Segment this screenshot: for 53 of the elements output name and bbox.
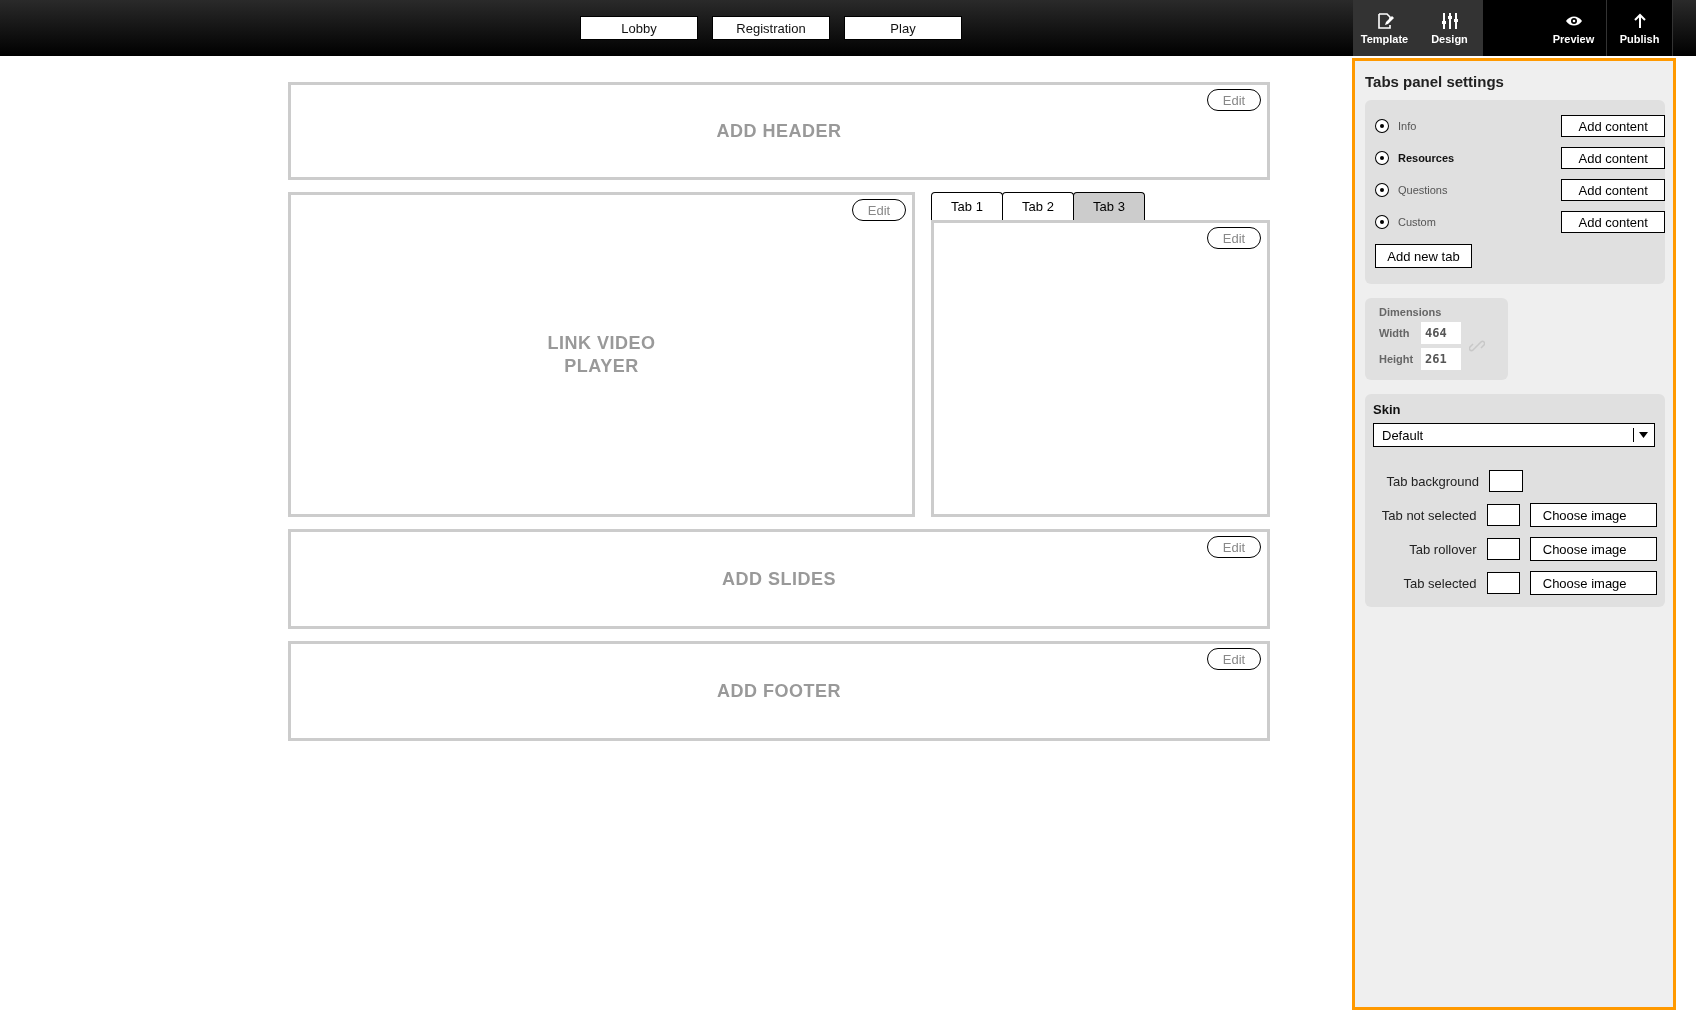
tab-name[interactable]: Resources bbox=[1397, 152, 1548, 164]
sliders-icon bbox=[1440, 11, 1459, 30]
radio-button[interactable] bbox=[1375, 151, 1389, 165]
tab[interactable]: Tab 1 bbox=[931, 192, 1003, 220]
edit-button[interactable]: Edit bbox=[852, 199, 906, 221]
add-tab-button[interactable]: Add new tab bbox=[1375, 244, 1472, 268]
dimensions-title: Dimensions bbox=[1379, 306, 1443, 318]
page-button[interactable]: Play bbox=[844, 16, 962, 40]
height-label: Height bbox=[1379, 353, 1415, 365]
tab-name[interactable]: Questions bbox=[1397, 184, 1548, 196]
add-content-button[interactable]: Add content bbox=[1561, 211, 1665, 233]
toolbar-button[interactable]: Publish bbox=[1607, 0, 1673, 56]
color-label: Tab not selected bbox=[1380, 507, 1478, 523]
radio-button[interactable] bbox=[1375, 215, 1389, 229]
color-swatch[interactable] bbox=[1486, 504, 1520, 526]
skin-title: Skin bbox=[1373, 402, 1402, 417]
choose-image-button[interactable]: Choose image bbox=[1529, 571, 1657, 595]
toolbar-button[interactable]: Template bbox=[1353, 0, 1417, 56]
edit-button[interactable]: Edit bbox=[1207, 648, 1261, 670]
width-label: Width bbox=[1379, 327, 1411, 339]
color-swatch[interactable] bbox=[1486, 538, 1520, 560]
add-content-button[interactable]: Add content bbox=[1561, 179, 1665, 201]
toolbar-button[interactable]: Design bbox=[1417, 0, 1483, 56]
radio-button[interactable] bbox=[1375, 119, 1389, 133]
tab-name[interactable]: Custom bbox=[1397, 216, 1548, 228]
choose-image-button[interactable]: Choose image bbox=[1529, 503, 1657, 527]
tab[interactable]: Tab 3 bbox=[1073, 192, 1145, 220]
toolbar-button[interactable]: Preview bbox=[1541, 0, 1607, 56]
skin-dropdown[interactable]: Default bbox=[1373, 423, 1655, 447]
color-label: Tab selected bbox=[1402, 575, 1478, 591]
panel-title: Tabs panel settings bbox=[1365, 73, 1504, 90]
add-content-button[interactable]: Add content bbox=[1561, 147, 1665, 169]
add-content-button[interactable]: Add content bbox=[1561, 115, 1665, 137]
width-field[interactable]: 464 bbox=[1421, 322, 1461, 344]
radio-button[interactable] bbox=[1375, 183, 1389, 197]
height-field[interactable]: 261 bbox=[1421, 348, 1461, 370]
page-button[interactable]: Registration bbox=[712, 16, 830, 40]
choose-image-button[interactable]: Choose image bbox=[1529, 537, 1657, 561]
tab-name[interactable]: Info bbox=[1397, 120, 1548, 132]
color-label: Tab background bbox=[1385, 473, 1480, 489]
video-prompt: LINK VIDEO PLAYER bbox=[546, 331, 657, 378]
color-swatch[interactable] bbox=[1486, 572, 1520, 594]
edit-button[interactable]: Edit bbox=[1207, 227, 1261, 249]
color-swatch[interactable] bbox=[1489, 470, 1523, 492]
edit-button[interactable]: Edit bbox=[1207, 89, 1261, 111]
footer-prompt: ADD FOOTER bbox=[717, 680, 841, 702]
edit-icon bbox=[1375, 11, 1394, 30]
page-button[interactable]: Lobby bbox=[580, 16, 698, 40]
slides-prompt: ADD SLIDES bbox=[722, 568, 836, 590]
color-label: Tab rollover bbox=[1408, 541, 1478, 557]
edit-button[interactable]: Edit bbox=[1207, 536, 1261, 558]
caret-icon bbox=[1633, 428, 1648, 442]
header-prompt: ADD HEADER bbox=[716, 120, 842, 142]
